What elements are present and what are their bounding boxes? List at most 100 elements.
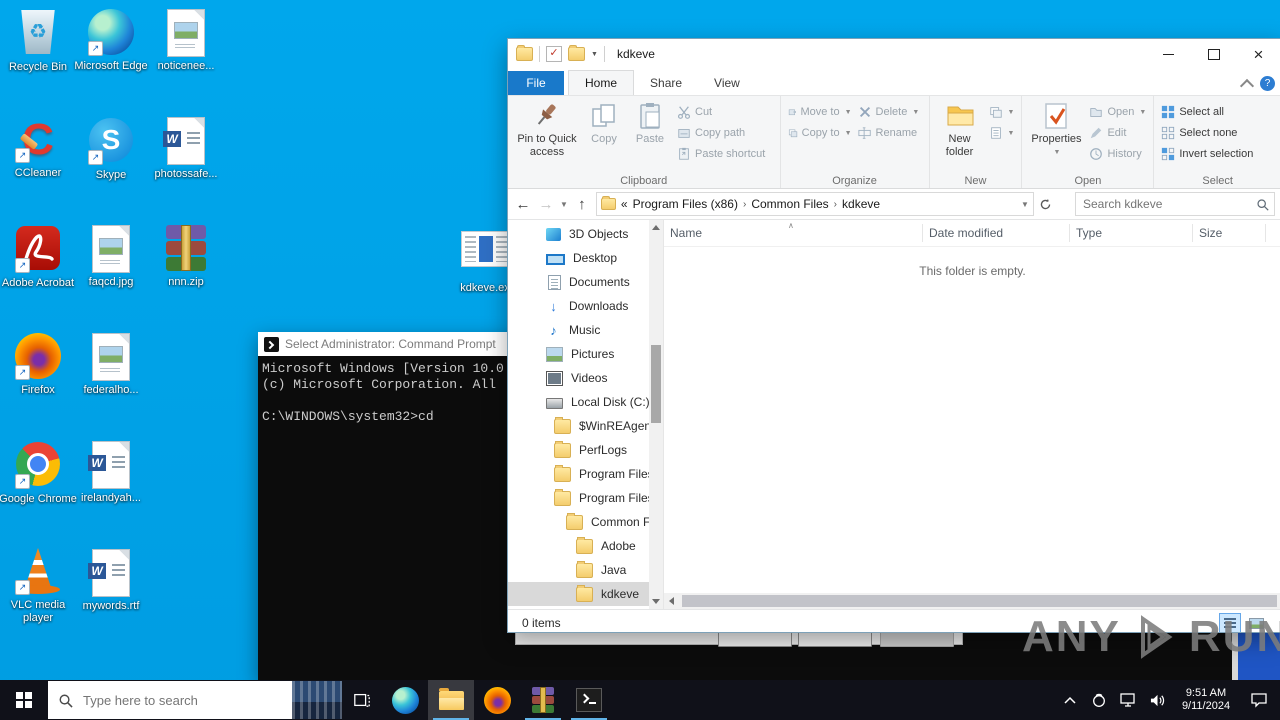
- select-all-button[interactable]: Select all: [1158, 102, 1256, 122]
- refresh-icon[interactable]: [1039, 198, 1057, 211]
- desktop-icon-adobe-acrobat[interactable]: Adobe Acrobat: [0, 224, 80, 290]
- scroll-down-arrow[interactable]: [652, 599, 660, 604]
- tray-volume-icon[interactable]: [1146, 680, 1168, 720]
- taskbar-search-box[interactable]: [48, 681, 342, 719]
- open-button[interactable]: Open ▼: [1086, 102, 1149, 122]
- scrollbar-thumb[interactable]: [651, 345, 661, 423]
- close-button[interactable]: ×: [1236, 39, 1280, 69]
- pin-to-quick-access-button[interactable]: Pin to Quick access: [512, 99, 582, 160]
- sidebar-item-local-disk-c[interactable]: Local Disk (C:): [508, 390, 649, 414]
- nav-scrollbar[interactable]: [649, 220, 663, 609]
- sidebar-item-videos[interactable]: Videos: [508, 366, 649, 390]
- breadcrumb-overflow[interactable]: «: [621, 197, 628, 211]
- paste-button[interactable]: Paste: [626, 99, 674, 147]
- sidebar-item-winreagent[interactable]: $WinREAgent: [508, 414, 649, 438]
- scroll-up-arrow[interactable]: [652, 225, 660, 230]
- breadcrumb-item[interactable]: Common Files: [751, 197, 828, 211]
- sidebar-item-3d-objects[interactable]: 3D Objects: [508, 222, 649, 246]
- minimize-button[interactable]: [1146, 39, 1191, 69]
- desktop-icon-skype[interactable]: S Skype: [69, 116, 153, 182]
- tab-share[interactable]: Share: [634, 71, 698, 95]
- sidebar-item-downloads[interactable]: ↓ Downloads: [508, 294, 649, 318]
- desktop-icon-nnn-zip[interactable]: nnn.zip: [144, 224, 228, 289]
- taskbar-item-winrar[interactable]: [520, 680, 566, 720]
- properties-button[interactable]: Properties ▼: [1026, 99, 1086, 160]
- up-button[interactable]: ↑: [573, 196, 591, 213]
- sidebar-item-pictures[interactable]: Pictures: [508, 342, 649, 366]
- file-list[interactable]: ∧ Name Date modified Type Size This fold…: [663, 220, 1280, 609]
- cut-button[interactable]: Cut: [674, 102, 768, 122]
- sidebar-item-program-files-x86[interactable]: Program Files: [508, 486, 649, 510]
- explorer-search-box[interactable]: [1075, 192, 1275, 216]
- qat-properties-icon[interactable]: ✓: [546, 46, 562, 62]
- sidebar-item-java[interactable]: Java: [508, 558, 649, 582]
- column-header-date-modified[interactable]: Date modified: [923, 224, 1070, 242]
- copy-button[interactable]: Copy: [582, 99, 626, 147]
- desktop-icon-noticenee[interactable]: noticenee...: [144, 8, 228, 73]
- taskbar-item-cmd[interactable]: [566, 680, 612, 720]
- tray-show-hidden-icons[interactable]: [1059, 680, 1081, 720]
- breadcrumb-item[interactable]: kdkeve: [842, 197, 880, 211]
- sidebar-item-common-files[interactable]: Common Fi: [508, 510, 649, 534]
- help-icon[interactable]: ?: [1260, 76, 1275, 91]
- collapse-ribbon-icon[interactable]: [1239, 78, 1255, 93]
- tab-view[interactable]: View: [698, 71, 756, 95]
- breadcrumb-item[interactable]: Program Files (x86): [633, 197, 738, 211]
- desktop-icon-faqcd[interactable]: faqcd.jpg: [69, 224, 153, 289]
- sidebar-item-program-files[interactable]: Program Files: [508, 462, 649, 486]
- new-item-button[interactable]: ▼: [986, 102, 1018, 122]
- forward-button[interactable]: →: [537, 196, 555, 213]
- history-button[interactable]: History: [1086, 144, 1149, 164]
- tray-network-icon[interactable]: [1117, 680, 1139, 720]
- column-header-type[interactable]: Type: [1070, 224, 1193, 242]
- action-center-button[interactable]: [1244, 680, 1274, 720]
- invert-selection-button[interactable]: Invert selection: [1158, 144, 1256, 164]
- column-header-size[interactable]: Size: [1193, 224, 1266, 242]
- delete-button[interactable]: Delete ▼: [855, 102, 925, 122]
- sidebar-item-kdkeve[interactable]: kdkeve: [508, 582, 649, 606]
- desktop-icon-edge[interactable]: Microsoft Edge: [69, 8, 153, 73]
- desktop-icon-recycle-bin[interactable]: Recycle Bin: [0, 8, 80, 74]
- task-view-button[interactable]: [342, 680, 382, 720]
- move-to-button[interactable]: Move to ▼: [785, 102, 855, 122]
- desktop-icon-vlc[interactable]: VLC media player: [0, 548, 80, 625]
- desktop-icon-irelandyah[interactable]: W irelandyah...: [69, 440, 153, 505]
- taskbar-item-explorer[interactable]: [428, 680, 474, 720]
- qat-customize-caret[interactable]: ▼: [591, 51, 598, 58]
- maximize-button[interactable]: [1191, 39, 1236, 69]
- back-button[interactable]: ←: [514, 196, 532, 213]
- new-folder-button[interactable]: New folder: [934, 99, 986, 160]
- desktop-icon-chrome[interactable]: Google Chrome: [0, 440, 80, 506]
- select-none-button[interactable]: Select none: [1158, 123, 1256, 143]
- taskbar-item-edge[interactable]: [382, 680, 428, 720]
- start-button[interactable]: [0, 680, 48, 720]
- explorer-search-input[interactable]: [1081, 196, 1256, 212]
- column-header-name[interactable]: ∧ Name: [664, 221, 923, 242]
- desktop-icon-photossafe[interactable]: W photossafe...: [144, 116, 228, 181]
- sidebar-item-desktop[interactable]: Desktop: [508, 246, 649, 270]
- explorer-titlebar[interactable]: ✓ ▼ kdkeve ×: [508, 39, 1280, 69]
- tab-home[interactable]: Home: [568, 70, 635, 95]
- sidebar-item-adobe[interactable]: Adobe: [508, 534, 649, 558]
- desktop-icon-firefox[interactable]: Firefox: [0, 332, 80, 397]
- recent-locations-caret[interactable]: ▼: [560, 200, 568, 209]
- taskbar-search-input[interactable]: [81, 691, 292, 709]
- sidebar-item-music[interactable]: ♪ Music: [508, 318, 649, 342]
- taskbar-clock[interactable]: 9:51 AM 9/11/2024: [1175, 687, 1237, 713]
- scroll-left-arrow[interactable]: [669, 597, 674, 605]
- paste-shortcut-button[interactable]: Paste shortcut: [674, 144, 768, 164]
- sidebar-item-documents[interactable]: Documents: [508, 270, 649, 294]
- explorer-window[interactable]: ✓ ▼ kdkeve × File Home Share View ? Pin …: [507, 38, 1280, 633]
- easy-access-button[interactable]: ▼: [986, 123, 1018, 143]
- desktop-icon-ccleaner[interactable]: C CCleaner: [0, 116, 80, 180]
- desktop-icon-federalho[interactable]: federalho...: [69, 332, 153, 397]
- address-field[interactable]: « Program Files (x86) › Common Files › k…: [595, 192, 1034, 216]
- desktop-icon-mywords[interactable]: W mywords.rtf: [69, 548, 153, 613]
- copy-to-button[interactable]: Copy to ▼: [785, 123, 855, 143]
- taskbar-item-firefox[interactable]: [474, 680, 520, 720]
- tray-app-icon[interactable]: [1088, 680, 1110, 720]
- address-dropdown-caret[interactable]: ▼: [1021, 200, 1029, 209]
- sidebar-item-perflogs[interactable]: PerfLogs: [508, 438, 649, 462]
- edit-button[interactable]: Edit: [1086, 123, 1149, 143]
- tab-file[interactable]: File: [508, 71, 564, 95]
